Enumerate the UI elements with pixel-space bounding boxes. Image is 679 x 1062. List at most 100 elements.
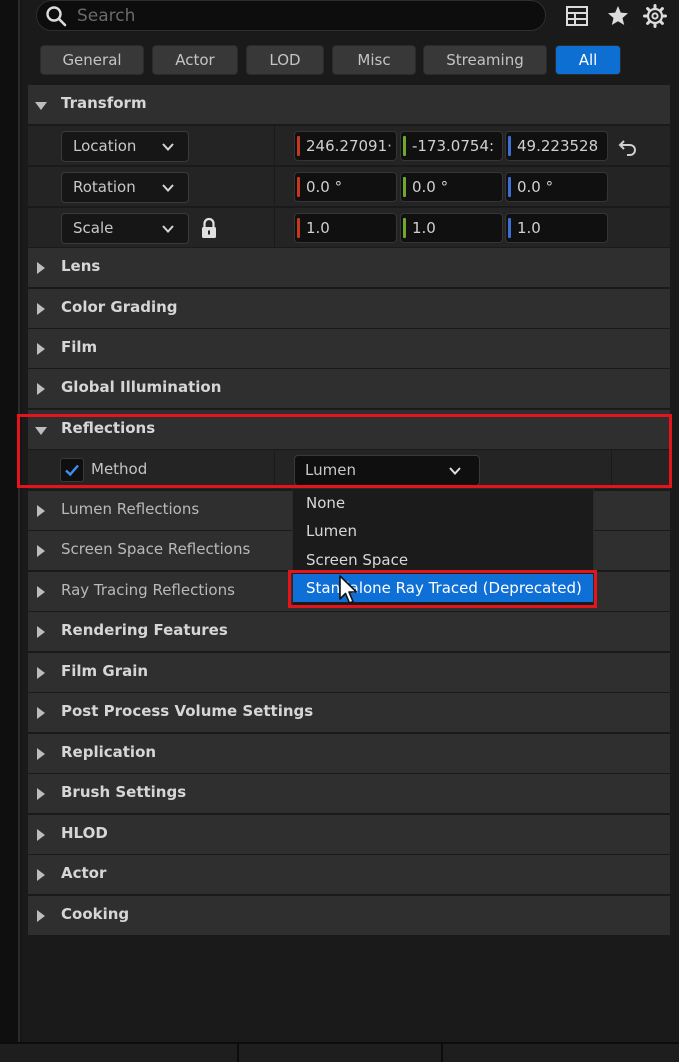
chevron-down-icon (449, 467, 461, 475)
grid-icon[interactable] (565, 4, 589, 28)
mouse-cursor-icon (339, 575, 358, 604)
category-film-grain[interactable]: Film Grain (28, 653, 670, 693)
scale-x-value: 1.0 (306, 219, 330, 237)
chevron-down-icon (162, 184, 174, 192)
location-label: Location (73, 137, 137, 155)
column-divider (611, 450, 612, 490)
gear-icon[interactable] (643, 4, 667, 28)
property-reflection-method: Method Lumen (28, 450, 670, 490)
category-label: Cooking (61, 905, 130, 923)
z-axis-marker (508, 177, 511, 197)
toolbar-divider (237, 1044, 239, 1062)
scale-y-field[interactable]: 1.0 (400, 213, 503, 243)
column-divider (274, 208, 275, 248)
category-label: Actor (61, 864, 107, 882)
x-axis-marker (297, 177, 300, 197)
category-label: Film Grain (61, 662, 149, 680)
rotation-y-field[interactable]: 0.0 ° (400, 172, 503, 202)
method-dropdown[interactable]: Lumen (294, 455, 480, 486)
expand-arrow-icon (37, 667, 45, 679)
expand-arrow-icon (35, 427, 47, 435)
tab-actor[interactable]: Actor (152, 45, 238, 75)
left-panel-edge (0, 0, 20, 1062)
scale-x-field[interactable]: 1.0 (294, 213, 397, 243)
location-z-value: 49.223528 (517, 137, 599, 155)
column-divider (274, 450, 275, 490)
search-bar[interactable] (36, 0, 546, 31)
expand-arrow-icon (37, 303, 45, 315)
location-x-value: 246.27091· (306, 137, 392, 155)
category-label: Lens (61, 257, 101, 275)
property-rotation: Rotation 0.0 ° 0.0 ° 0.0 ° (28, 167, 670, 207)
category-post-process-volume-settings[interactable]: Post Process Volume Settings (28, 693, 670, 733)
scale-z-value: 1.0 (517, 219, 541, 237)
rotation-mode-dropdown[interactable]: Rotation (61, 172, 189, 203)
category-label: Film (61, 338, 98, 356)
method-label: Method (91, 460, 148, 478)
expand-arrow-icon (37, 262, 45, 274)
expand-arrow-icon (37, 626, 45, 638)
category-label: Screen Space Reflections (61, 540, 251, 558)
search-icon (46, 6, 67, 27)
tab-streaming[interactable]: Streaming (423, 45, 547, 75)
chevron-down-icon (162, 143, 174, 151)
z-axis-marker (508, 136, 511, 156)
rotation-x-field[interactable]: 0.0 ° (294, 172, 397, 202)
category-actor[interactable]: Actor (28, 855, 670, 895)
rotation-y-value: 0.0 ° (412, 178, 449, 196)
category-transform[interactable]: Transform (28, 85, 670, 125)
category-rendering-features[interactable]: Rendering Features (28, 612, 670, 652)
location-z-field[interactable]: 49.223528 (505, 131, 608, 161)
lock-icon[interactable] (200, 217, 218, 239)
expand-arrow-icon (35, 102, 47, 110)
location-x-field[interactable]: 246.27091· (294, 131, 397, 161)
expand-arrow-icon (37, 707, 45, 719)
column-divider (274, 167, 275, 207)
rotation-x-value: 0.0 ° (306, 178, 343, 196)
tab-misc[interactable]: Misc (332, 45, 416, 75)
expand-arrow-icon (37, 505, 45, 517)
search-input[interactable] (77, 4, 517, 28)
expand-arrow-icon (37, 586, 45, 598)
category-brush-settings[interactable]: Brush Settings (28, 774, 670, 814)
expand-arrow-icon (37, 788, 45, 800)
rotation-z-field[interactable]: 0.0 ° (505, 172, 608, 202)
tab-all[interactable]: All (555, 45, 621, 75)
property-location: Location 246.27091· -173.0754: 49.223528 (28, 126, 670, 166)
scale-z-field[interactable]: 1.0 (505, 213, 608, 243)
reset-to-default-icon[interactable] (617, 136, 639, 158)
category-label: Reflections (61, 419, 156, 437)
y-axis-marker (403, 218, 406, 238)
option-screen-space[interactable]: Screen Space (293, 546, 593, 574)
option-none[interactable]: None (293, 489, 593, 517)
location-y-field[interactable]: -173.0754: (400, 131, 503, 161)
expand-arrow-icon (37, 829, 45, 841)
category-label: Brush Settings (61, 783, 187, 801)
location-mode-dropdown[interactable]: Location (61, 131, 189, 162)
tab-general[interactable]: General (40, 45, 144, 75)
expand-arrow-icon (37, 869, 45, 881)
scale-mode-dropdown[interactable]: Scale (61, 213, 189, 244)
x-axis-marker (297, 218, 300, 238)
tab-lod[interactable]: LOD (246, 45, 324, 75)
category-label: Transform (61, 94, 147, 112)
category-label: Lumen Reflections (61, 500, 200, 518)
category-label: Global Illumination (61, 378, 222, 396)
star-icon[interactable] (606, 4, 630, 28)
category-cooking[interactable]: Cooking (28, 896, 670, 936)
category-hlod[interactable]: HLOD (28, 815, 670, 855)
category-global-illumination[interactable]: Global Illumination (28, 369, 670, 409)
category-lens[interactable]: Lens (28, 248, 670, 288)
expand-arrow-icon (37, 748, 45, 760)
method-override-checkbox[interactable] (60, 458, 84, 482)
x-axis-marker (297, 136, 300, 156)
category-replication[interactable]: Replication (28, 734, 670, 774)
category-label: Replication (61, 743, 157, 761)
y-axis-marker (403, 177, 406, 197)
category-reflections[interactable]: Reflections (28, 410, 670, 450)
category-color-grading[interactable]: Color Grading (28, 289, 670, 329)
category-film[interactable]: Film (28, 329, 670, 369)
option-lumen[interactable]: Lumen (293, 517, 593, 545)
toolbar-divider (441, 1044, 443, 1062)
category-label: Rendering Features (61, 621, 228, 639)
